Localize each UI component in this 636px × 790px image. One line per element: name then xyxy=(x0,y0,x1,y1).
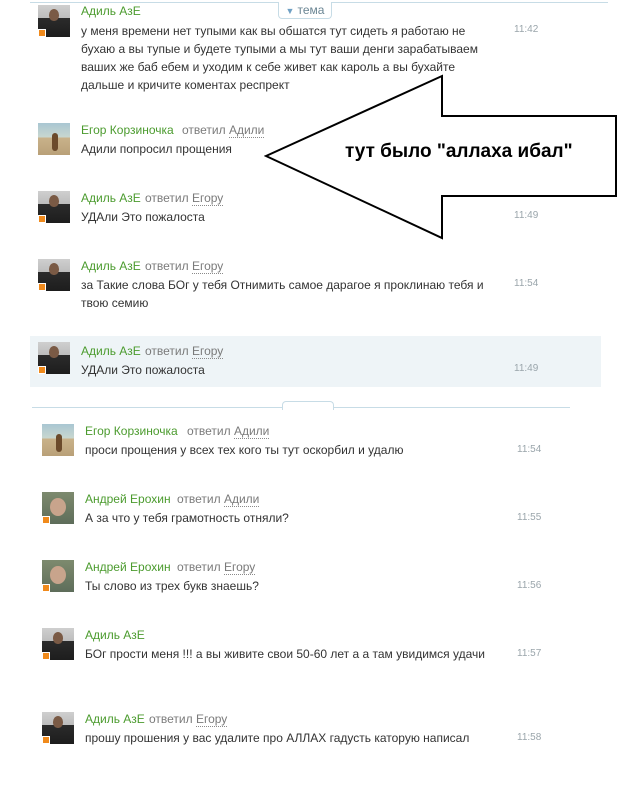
reply-to-link[interactable]: Егору xyxy=(223,560,256,575)
online-status-icon xyxy=(38,215,46,223)
reply-info: ответил Егору xyxy=(145,344,224,359)
author-link[interactable]: Андрей Ерохин xyxy=(85,560,171,574)
reply-label: ответил xyxy=(145,344,189,358)
message-time: 11:42 xyxy=(514,24,539,35)
reply-label: ответил xyxy=(149,712,193,726)
reply-info: ответил Егору xyxy=(145,259,224,274)
reply-to-link[interactable]: Адили xyxy=(228,123,265,138)
avatar[interactable] xyxy=(38,259,70,291)
reply-to-link[interactable]: Егору xyxy=(191,344,224,359)
reply-label: ответил xyxy=(187,424,231,438)
message-item: Адиль АзЕ ответил Егору за Такие слова Б… xyxy=(30,254,600,318)
avatar[interactable] xyxy=(42,628,74,660)
avatar[interactable] xyxy=(38,5,70,37)
reply-info: ответил Адили xyxy=(177,492,260,507)
reply-info: ответил Адили xyxy=(187,424,270,439)
avatar[interactable] xyxy=(42,424,74,456)
reply-to-link[interactable]: Адили xyxy=(233,424,270,439)
avatar[interactable] xyxy=(38,191,70,223)
reply-to-link[interactable]: Егору xyxy=(191,259,224,274)
author-link[interactable]: Адиль АзЕ xyxy=(81,344,141,358)
message-item: Андрей Ерохин ответил Адили А за что у т… xyxy=(34,486,604,536)
annotation-text: тут было "аллаха ибал" xyxy=(345,141,573,162)
avatar[interactable] xyxy=(38,123,70,155)
reply-label: ответил xyxy=(177,560,221,574)
reply-to-link[interactable]: Адили xyxy=(223,492,260,507)
message-time: 11:49 xyxy=(514,363,539,374)
message-item: Егор Корзиночка ответил Адили проси прощ… xyxy=(34,418,604,468)
reply-label: ответил xyxy=(177,492,221,506)
reply-to-link[interactable]: Егору xyxy=(195,712,228,727)
message-item: Адиль АзЕ ответил Егору прошу прошения у… xyxy=(34,706,604,756)
author-link[interactable]: Егор Корзиночка xyxy=(81,123,174,137)
online-status-icon xyxy=(42,584,50,592)
reply-label: ответил xyxy=(145,191,189,205)
online-status-icon xyxy=(38,29,46,37)
author-link[interactable]: Адиль АзЕ xyxy=(85,712,145,726)
avatar[interactable] xyxy=(38,342,70,374)
thread-separator-tab[interactable] xyxy=(282,401,334,410)
message-time: 11:56 xyxy=(517,580,542,591)
author-link[interactable]: Адиль АзЕ xyxy=(81,191,141,205)
online-status-icon xyxy=(38,283,46,291)
message-item-highlighted: Адиль АзЕ ответил Егору УДАли Это пожало… xyxy=(30,336,601,387)
message-time: 11:54 xyxy=(517,444,542,455)
message-item: Адиль АзЕ БОг прости меня !!! а вы живит… xyxy=(34,622,604,688)
message-time: 11:55 xyxy=(517,512,542,523)
avatar[interactable] xyxy=(42,492,74,524)
reply-info: ответил Егору xyxy=(145,191,224,206)
avatar[interactable] xyxy=(42,712,74,744)
message-text: за Такие слова БОг у тебя Отнимить самое… xyxy=(81,278,484,310)
online-status-icon xyxy=(42,736,50,744)
message-item: Андрей Ерохин ответил Егору Ты слово из … xyxy=(34,554,604,604)
reply-label: ответил xyxy=(145,259,189,273)
reply-label: ответил xyxy=(182,123,226,137)
reply-info: ответил Адили xyxy=(182,123,265,138)
online-status-icon xyxy=(38,366,46,374)
author-link[interactable]: Егор Корзиночка xyxy=(85,424,178,438)
message-text: прошу прошения у вас удалите про АЛЛАХ г… xyxy=(85,731,470,745)
message-text: А за что у тебя грамотность отняли? xyxy=(85,511,289,525)
message-time: 11:57 xyxy=(517,648,542,659)
reply-info: ответил Егору xyxy=(177,560,256,575)
message-text: Ты слово из трех букв знаешь? xyxy=(85,579,259,593)
online-status-icon xyxy=(42,516,50,524)
author-link[interactable]: Адиль АзЕ xyxy=(81,4,141,18)
message-text: БОг прости меня !!! а вы живите свои 50-… xyxy=(85,647,485,661)
message-text: УДАли Это пожалоста xyxy=(81,363,205,377)
message-time: 11:58 xyxy=(517,732,542,743)
online-status-icon xyxy=(42,652,50,660)
avatar[interactable] xyxy=(42,560,74,592)
reply-to-link[interactable]: Егору xyxy=(191,191,224,206)
author-link[interactable]: Андрей Ерохин xyxy=(85,492,171,506)
author-link[interactable]: Адиль АзЕ xyxy=(85,628,145,642)
message-time: 11:54 xyxy=(514,278,539,289)
reply-info: ответил Егору xyxy=(149,712,228,727)
message-text: проси прощения у всех тех кого ты тут ос… xyxy=(85,443,404,457)
author-link[interactable]: Адиль АзЕ xyxy=(81,259,141,273)
